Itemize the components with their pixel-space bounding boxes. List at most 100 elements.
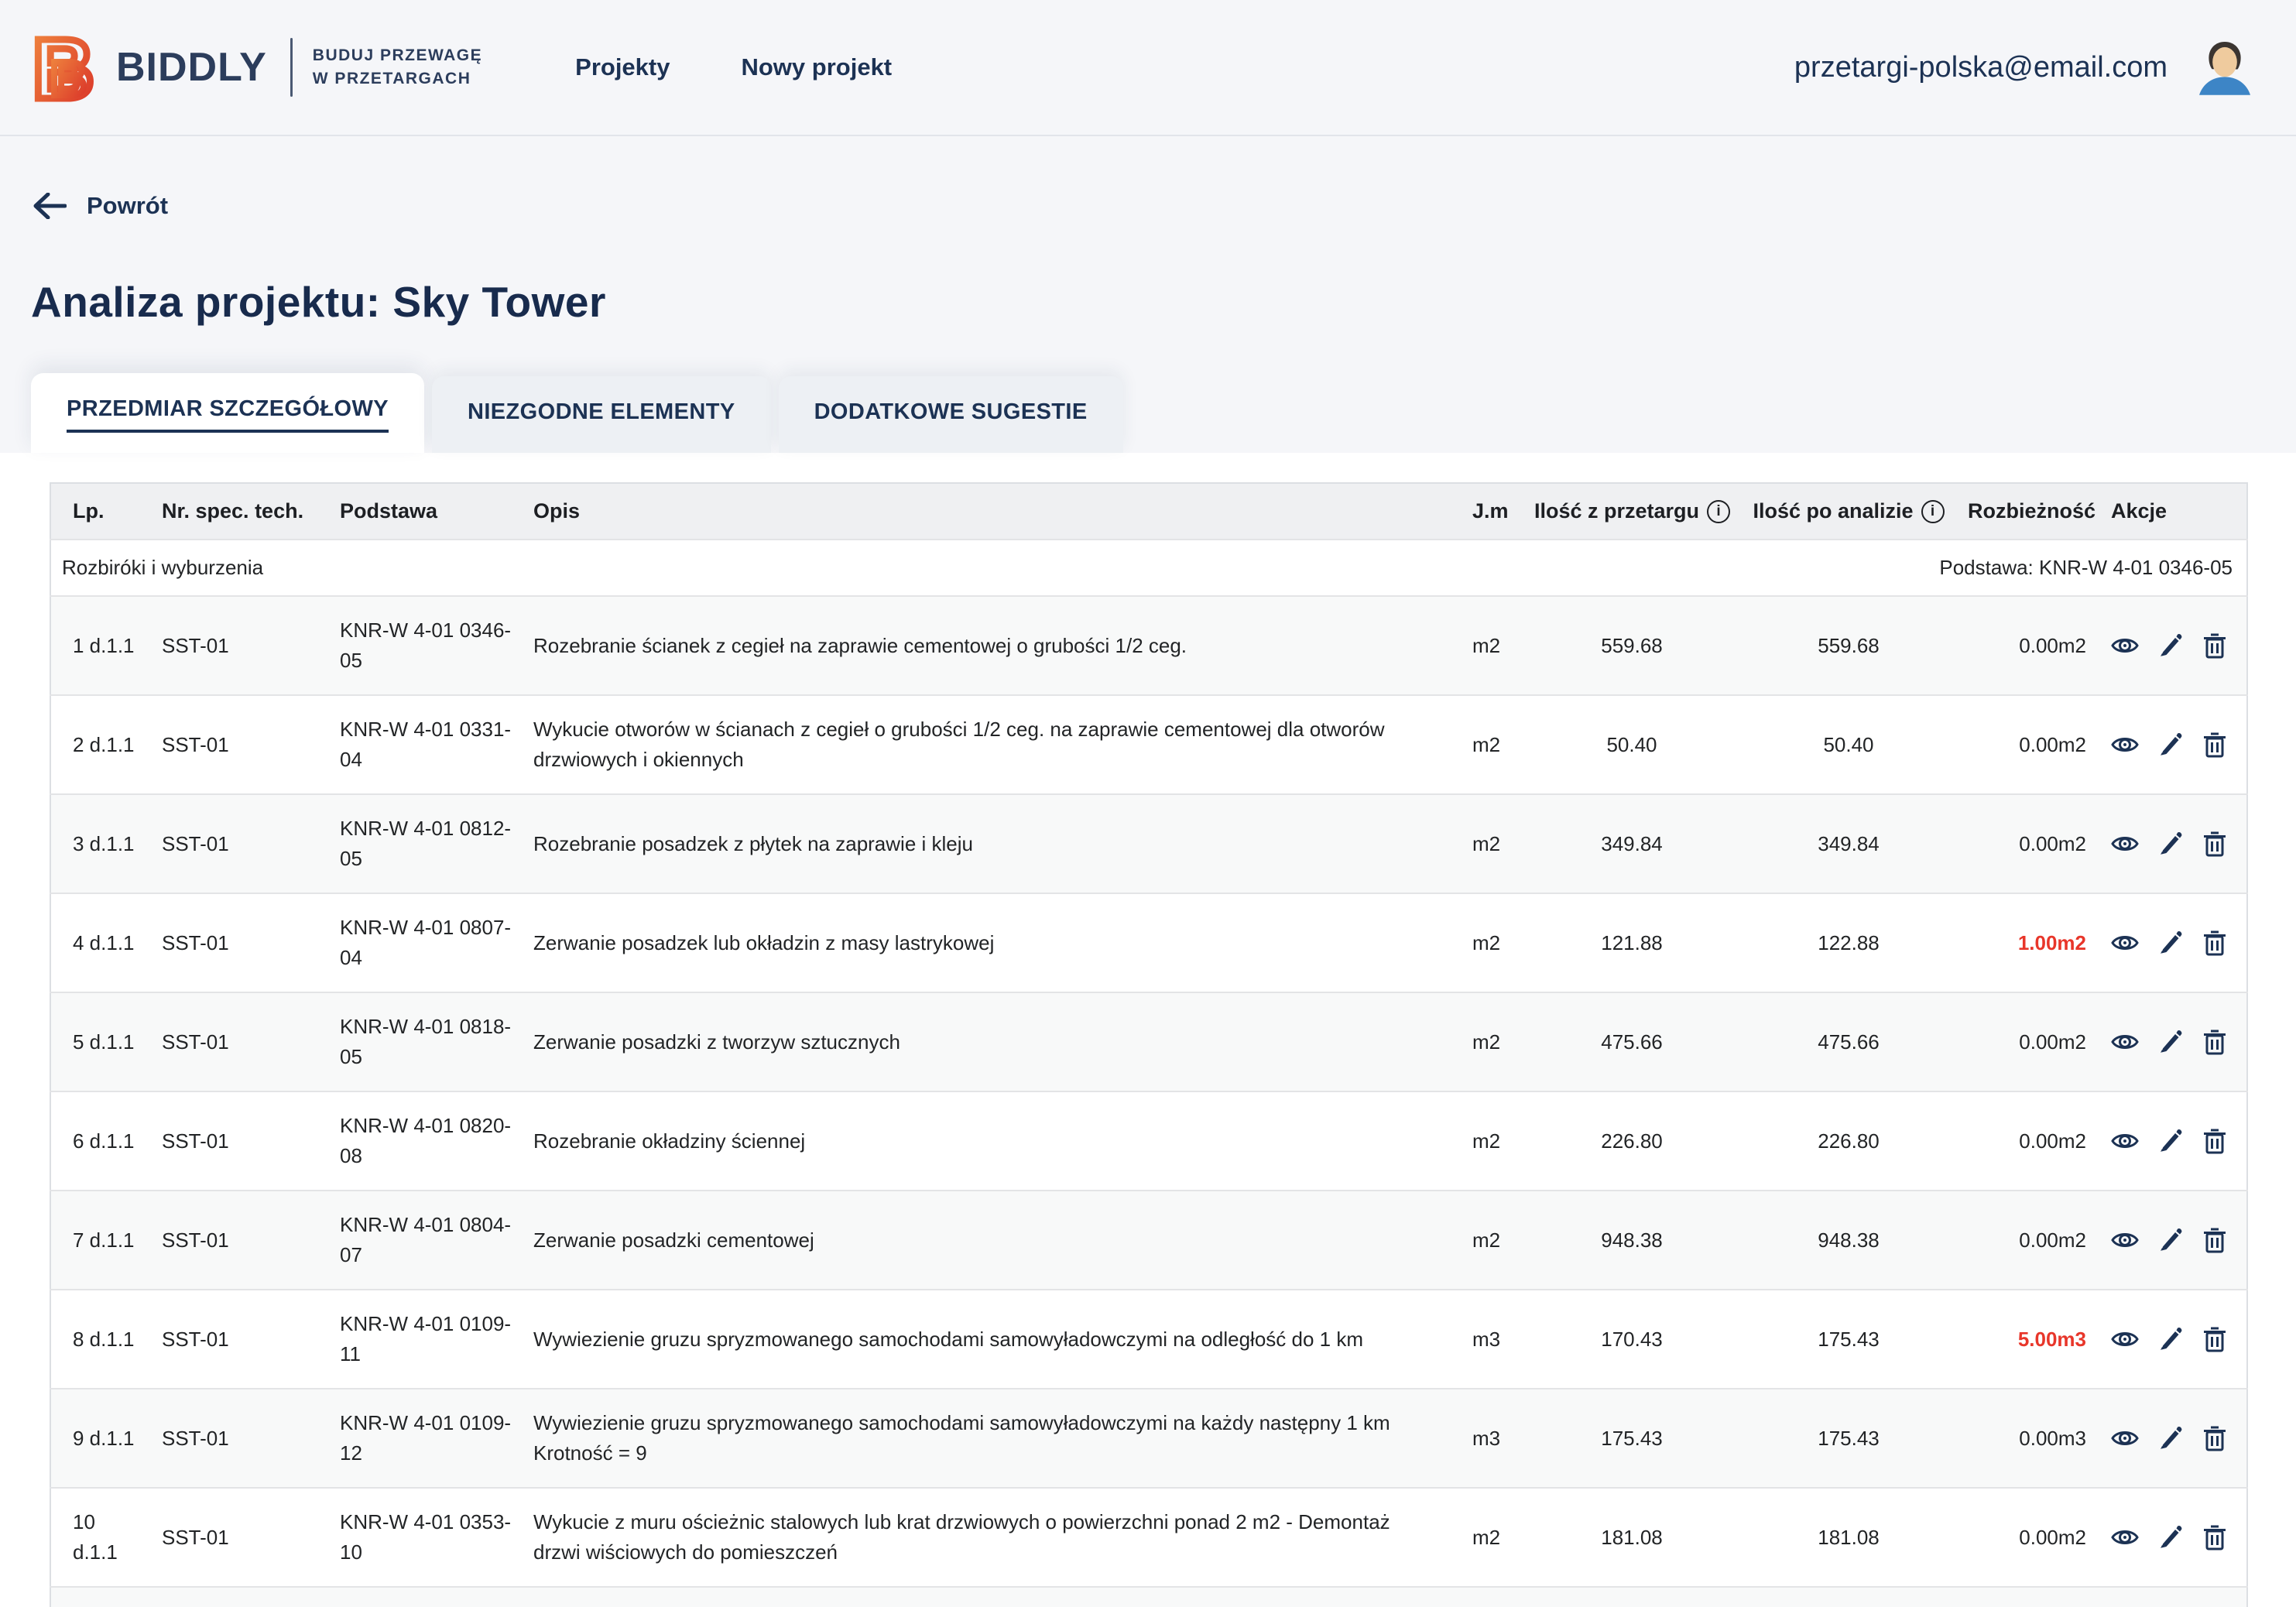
cell-jm: m2	[1462, 1191, 1523, 1290]
view-button[interactable]	[2111, 830, 2139, 858]
cell-divergence: 0.00m2	[1957, 1488, 2100, 1587]
table-row: 6 d.1.1 SST-01 KNR-W 4-01 0820-08 Rozebr…	[50, 1091, 2247, 1191]
view-button[interactable]	[2111, 1226, 2139, 1254]
view-button[interactable]	[2111, 1424, 2139, 1452]
row-actions	[2111, 1523, 2236, 1551]
view-button[interactable]	[2111, 1127, 2139, 1155]
cell-podstawa: KNR-W 4-01 0807-04	[329, 893, 523, 992]
view-button[interactable]	[2111, 1325, 2139, 1353]
cell-lp: 11 d.1.1	[50, 1587, 151, 1607]
cell-jm: m2	[1462, 893, 1523, 992]
cell-opis: Zerwanie posadzek lub okładzin z masy la…	[523, 893, 1462, 992]
edit-button[interactable]	[2156, 1226, 2184, 1254]
edit-button[interactable]	[2156, 1028, 2184, 1056]
tab-niezgodne-elementy[interactable]: NIEZGODNE ELEMENTY	[432, 376, 771, 453]
cell-divergence: 0.00m2	[1957, 1091, 2100, 1191]
view-button[interactable]	[2111, 731, 2139, 759]
table-row: 2 d.1.1 SST-01 KNR-W 4-01 0331-04 Wykuci…	[50, 695, 2247, 794]
edit-button[interactable]	[2156, 1127, 2184, 1155]
cell-podstawa: KNR-W 4-01 0820-08	[329, 1091, 523, 1191]
cell-opis: Wywiezienie gruzu spryzmowanego samochod…	[523, 1389, 1462, 1488]
cell-jm: m3	[1462, 1290, 1523, 1389]
cell-spec: SST-01	[151, 1488, 329, 1587]
nav-link-projekty[interactable]: Projekty	[575, 53, 670, 81]
cell-qty-analysis: 175.43	[1740, 1290, 1957, 1389]
view-button[interactable]	[2111, 1523, 2139, 1551]
delete-button[interactable]	[2201, 929, 2229, 957]
content-panel: Lp. Nr. spec. tech. Podstawa Opis J.m Il…	[0, 453, 2296, 1607]
view-button[interactable]	[2111, 1028, 2139, 1056]
cell-qty-analysis: 175.43	[1740, 1389, 1957, 1488]
back-link[interactable]: Powrót	[33, 192, 168, 220]
tab-label: NIEZGODNE ELEMENTY	[468, 399, 735, 433]
col-header-qty-analysis-label: Ilość po analizie	[1753, 499, 1913, 523]
col-header-qty-tender: Ilość z przetargu i	[1523, 483, 1740, 540]
tagline-line1: BUDUJ PRZEWAGĘ	[313, 44, 482, 67]
delete-button[interactable]	[2201, 1028, 2229, 1056]
cell-qty-tender: 170.43	[1523, 1290, 1740, 1389]
cell-jm: m2	[1462, 695, 1523, 794]
cell-podstawa: KNR-W 4-01 0346-05	[329, 596, 523, 695]
cell-jm: m2	[1462, 596, 1523, 695]
brand-logo[interactable]: B B BIDDLY BUDUJ PRZEWAGĘ W PRZETARGACH	[31, 24, 482, 111]
delete-button[interactable]	[2201, 830, 2229, 858]
main-nav: Projekty Nowy projekt	[575, 53, 892, 81]
row-actions	[2111, 731, 2236, 759]
nav-link-nowy-projekt[interactable]: Nowy projekt	[741, 53, 892, 81]
table-row: 9 d.1.1 SST-01 KNR-W 4-01 0109-12 Wywiez…	[50, 1389, 2247, 1488]
cell-qty-analysis: 14.00	[1740, 1587, 1957, 1607]
cell-opis: Wykucie z muru ościeżnic drewnianych o p…	[523, 1587, 1462, 1607]
cell-opis: Zerwanie posadzki z tworzyw sztucznych	[523, 992, 1462, 1091]
cell-opis: Wywiezienie gruzu spryzmowanego samochod…	[523, 1290, 1462, 1389]
cell-qty-analysis: 475.66	[1740, 992, 1957, 1091]
cell-spec: SST-01	[151, 596, 329, 695]
cell-podstawa: KNR-W 4-01 0353-10	[329, 1488, 523, 1587]
user-email[interactable]: przetargi-polska@email.com	[1794, 51, 2167, 84]
cell-jm: szt	[1462, 1587, 1523, 1607]
brand-tagline: BUDUJ PRZEWAGĘ W PRZETARGACH	[313, 44, 482, 91]
cell-podstawa: KNR-W 4-01 0353-04	[329, 1587, 523, 1607]
edit-button[interactable]	[2156, 1325, 2184, 1353]
cell-lp: 6 d.1.1	[50, 1091, 151, 1191]
cell-divergence: 0.00m2	[1957, 596, 2100, 695]
table-row: 11 d.1.1 SST-01 KNR-W 4-01 0353-04 Wykuc…	[50, 1587, 2247, 1607]
cell-divergence: 5.00m3	[1957, 1290, 2100, 1389]
cell-qty-tender: 121.88	[1523, 893, 1740, 992]
delete-button[interactable]	[2201, 731, 2229, 759]
edit-button[interactable]	[2156, 632, 2184, 660]
delete-button[interactable]	[2201, 1226, 2229, 1254]
cell-divergence: 1.00m2	[1957, 893, 2100, 992]
row-actions	[2111, 1325, 2236, 1353]
tab-przedmiar-szczegolowy[interactable]: PRZEDMIAR SZCZEGÓŁOWY	[31, 373, 424, 453]
view-button[interactable]	[2111, 632, 2139, 660]
delete-button[interactable]	[2201, 632, 2229, 660]
account-area: przetargi-polska@email.com	[1794, 33, 2259, 101]
delete-button[interactable]	[2201, 1325, 2229, 1353]
delete-button[interactable]	[2201, 1127, 2229, 1155]
edit-button[interactable]	[2156, 1424, 2184, 1452]
cell-qty-analysis: 50.40	[1740, 695, 1957, 794]
row-actions	[2111, 1127, 2236, 1155]
cell-qty-tender: 475.66	[1523, 992, 1740, 1091]
section-row: Rozbiróki i wyburzenia Podstawa: KNR-W 4…	[50, 540, 2247, 596]
table-row: 5 d.1.1 SST-01 KNR-W 4-01 0818-05 Zerwan…	[50, 992, 2247, 1091]
delete-button[interactable]	[2201, 1424, 2229, 1452]
cell-qty-analysis: 181.08	[1740, 1488, 1957, 1587]
table-row: 10 d.1.1 SST-01 KNR-W 4-01 0353-10 Wykuc…	[50, 1488, 2247, 1587]
edit-button[interactable]	[2156, 830, 2184, 858]
cell-opis: Wykucie z muru ościeżnic stalowych lub k…	[523, 1488, 1462, 1587]
info-icon[interactable]: i	[1921, 500, 1945, 523]
edit-button[interactable]	[2156, 731, 2184, 759]
cell-spec: SST-01	[151, 1290, 329, 1389]
cell-podstawa: KNR-W 4-01 0812-05	[329, 794, 523, 893]
cell-qty-tender: 948.38	[1523, 1191, 1740, 1290]
user-avatar[interactable]	[2191, 33, 2259, 101]
edit-button[interactable]	[2156, 929, 2184, 957]
tab-dodatkowe-sugestie[interactable]: DODATKOWE SUGESTIE	[779, 376, 1123, 453]
info-icon[interactable]: i	[1707, 500, 1730, 523]
view-button[interactable]	[2111, 929, 2139, 957]
cell-lp: 4 d.1.1	[50, 893, 151, 992]
delete-button[interactable]	[2201, 1523, 2229, 1551]
edit-button[interactable]	[2156, 1523, 2184, 1551]
row-actions	[2111, 1226, 2236, 1254]
